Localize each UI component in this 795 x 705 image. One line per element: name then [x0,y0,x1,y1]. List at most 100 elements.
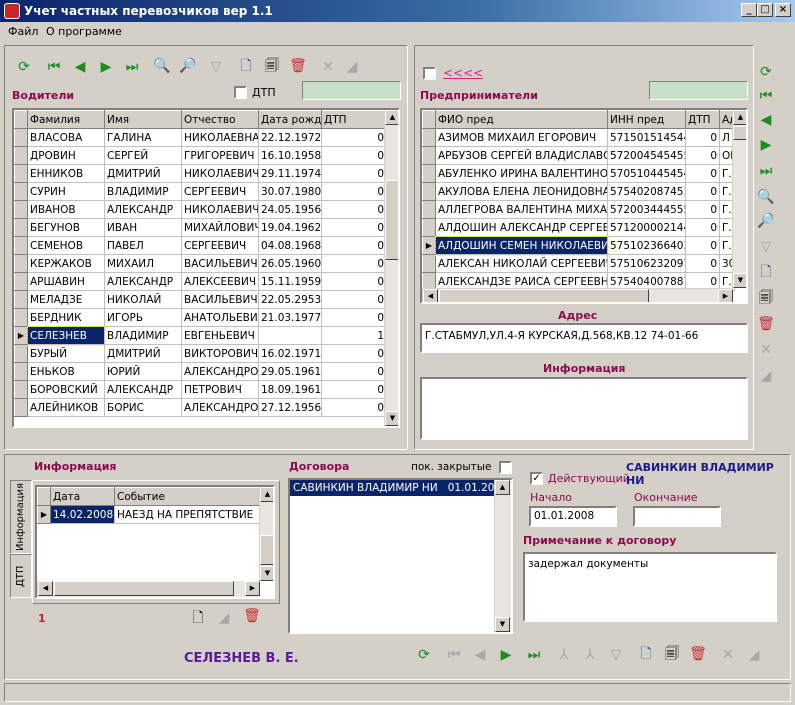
table-cell[interactable]: АЛДОШИН СЕМЕН НИКОЛАЕВИЧ [434,235,609,256]
table-cell[interactable]: 24.05.1956 [258,200,322,219]
table-cell[interactable]: 1 [321,326,387,345]
table-cell[interactable]: 0 [685,218,720,237]
table-row[interactable]: ДРОВИН СЕРГЕЙ ГРИГОРЕВИЧ 16.10.1958 0 [14,146,387,165]
event-date[interactable]: 14.02.2008 [50,505,115,524]
table-cell[interactable]: 0 [321,362,387,381]
table-cell[interactable]: СУРИН [27,182,105,201]
table-cell[interactable]: ДМИТРИЙ [104,344,182,363]
table-cell[interactable]: АЛЕКСАН НИКОЛАЙ СЕРГЕЕВИЧ [435,254,608,273]
table-row[interactable]: БУРЫЙ ДМИТРИЙ ВИКТОРОВИЧ 16.02.1971 0 [14,344,387,363]
maximize-button[interactable]: □ [757,3,773,17]
table-cell[interactable]: 0 [685,254,720,273]
table-row[interactable]: КЕРЖАКОВ МИХАИЛ ВАСИЛЬЕВИЧ 26.05.1960 0 [14,254,387,273]
table-cell[interactable]: 572004545455 [607,146,686,165]
add-record-icon[interactable]: 🗋 [236,56,256,76]
table-cell[interactable]: 0 [685,146,720,165]
table-cell[interactable]: 29.05.1961 [258,362,322,381]
table-cell[interactable]: ИВАНОВ [27,200,105,219]
table-row[interactable]: АЛЕЙНИКОВ БОРИС АЛЕКСАНДРОВ 27.12.1956 0 [14,398,387,417]
table-cell[interactable]: АЛЕКСАНДР [104,380,182,399]
entrepreneurs-hscrollbar[interactable]: ◀ ▶ [422,288,733,302]
menu-file[interactable]: Файл [8,25,38,38]
scroll-down-icon[interactable]: ▼ [260,566,273,581]
table-cell[interactable]: 16.10.1958 [258,146,322,165]
table-cell[interactable] [258,326,322,345]
table-cell[interactable]: АНАТОЛЬЕВИЧ [181,308,259,327]
table-cell[interactable]: 26.05.1960 [258,254,322,273]
table-cell[interactable]: АЛЕКСАНДРОВ [181,362,259,381]
table-cell[interactable]: ВИКТОРОВИЧ [181,344,259,363]
table-cell[interactable]: 575102366403 [607,236,686,255]
scroll-down-icon[interactable]: ▼ [733,273,746,288]
delete-record-icon[interactable]: 🗑 [688,644,708,664]
entrepreneurs-grid[interactable]: ФИО пред ИНН пред ДТП Ад АЗИМОВ МИХАИЛ Е… [420,108,748,304]
table-cell[interactable]: ЕВГЕНЬЕВИЧ [181,326,259,345]
scroll-up-icon[interactable]: ▲ [260,487,273,502]
table-cell[interactable]: 29.11.1974 [258,164,322,183]
next-record-icon[interactable]: ▶ [496,645,516,665]
scroll-up-icon[interactable]: ▲ [385,110,398,125]
scroll-down-icon[interactable]: ▼ [495,617,510,632]
scroll-down-icon[interactable]: ▼ [385,411,398,426]
search-next-icon[interactable]: 🔎 [178,56,198,76]
first-record-icon[interactable]: ⏮ [44,57,64,77]
table-cell[interactable]: АЛДОШИН АЛЕКСАНДР СЕРГЕЕВИ [435,218,608,237]
table-row[interactable]: ▶ 14.02.2008 НАЕЗД НА ПРЕПЯТСТВИЕ [37,505,260,524]
table-cell[interactable]: 27.12.1956 [258,398,322,417]
filter-icon[interactable]: ▽ [606,645,626,665]
start-date-field[interactable]: 01.01.2008 [529,506,617,527]
table-row[interactable]: АРШАВИН АЛЕКСАНДР АЛЕКСЕЕВИЧ 15.11.1959 0 [14,272,387,291]
last-record-icon[interactable]: ⏭ [524,645,544,665]
events-hscrollbar[interactable]: ◀ ▶ [37,581,260,597]
table-cell[interactable]: АКУЛОВА ЕЛЕНА ЛЕОНИДОВНА [435,182,608,201]
scroll-up-icon[interactable]: ▲ [495,480,510,495]
table-cell[interactable]: ЮРИЙ [104,362,182,381]
contracts-scrollbar[interactable]: ▲ ▼ [494,480,511,632]
table-cell[interactable]: ПАВЕЛ [104,236,182,255]
entrepreneurs-vscrollbar[interactable]: ▲ ▼ [732,110,746,288]
scroll-right-icon[interactable]: ▶ [718,289,733,302]
table-cell[interactable]: АЛЕКСАНДР [104,200,182,219]
scroll-left-icon[interactable]: ◀ [38,581,53,596]
table-cell[interactable]: АЗИМОВ МИХАИЛ ЕГОРОВИЧ [435,128,608,147]
table-cell[interactable]: 572003444555 [607,200,686,219]
table-cell[interactable]: 15.11.1959 [258,272,322,291]
drivers-grid[interactable]: Фамилия Имя Отчество Дата рожд ДТП ВЛАСО… [12,108,400,428]
scroll-left-icon[interactable]: ◀ [423,289,438,302]
table-cell[interactable]: ГАЛИНА [104,128,182,147]
table-cell[interactable]: 0 [321,236,387,255]
table-cell[interactable]: ГРИГОРЕВИЧ [181,146,259,165]
add-record-icon[interactable]: 🗋 [756,262,776,282]
last-record-icon[interactable]: ⏭ [756,161,776,181]
table-cell[interactable]: БУРЫЙ [27,344,105,363]
scroll-thumb[interactable] [733,126,746,140]
drivers-scrollbar[interactable]: ▲ ▼ [384,110,398,426]
table-cell[interactable]: 0 [321,218,387,237]
table-cell[interactable]: 0 [321,344,387,363]
first-record-icon[interactable]: ⏮ [444,645,464,665]
table-cell[interactable]: 0 [321,290,387,309]
first-record-icon[interactable]: ⏮ [756,86,776,106]
column-header[interactable]: Событие [114,487,260,506]
add-record-icon[interactable]: 🗋 [636,644,656,664]
delete-event-icon[interactable]: 🗑 [242,606,262,626]
scroll-thumb[interactable] [439,289,649,302]
table-cell[interactable]: 0 [685,182,720,201]
event-description[interactable]: НАЕЗД НА ПРЕПЯТСТВИЕ [114,505,260,524]
table-cell[interactable]: 18.09.1961 [258,380,322,399]
table-cell[interactable]: 575106232097 [607,254,686,273]
table-row[interactable]: СУРИН ВЛАДИМИР СЕРГЕЕВИЧ 30.07.1980 0 [14,182,387,201]
column-header[interactable]: Фамилия [27,110,105,129]
column-header[interactable]: ДТП [321,110,387,129]
active-checkbox[interactable]: ✓ [530,472,543,485]
tab-dtp[interactable]: ДТП [10,554,32,598]
table-cell[interactable]: 0 [685,128,720,147]
table-cell[interactable]: 0 [321,308,387,327]
table-row[interactable]: ВЛАСОВА ГАЛИНА НИКОЛАЕВНА 22.12.1972 0 [14,128,387,147]
table-cell[interactable]: 0 [321,182,387,201]
filter-icon[interactable]: ▽ [756,237,776,257]
table-cell[interactable]: ИГОРЬ [104,308,182,327]
edit-record-icon[interactable]: 🗐 [756,288,776,308]
table-cell[interactable]: МИХАЙЛОВИЧ [181,218,259,237]
table-cell[interactable]: 22.05.2953 [258,290,322,309]
